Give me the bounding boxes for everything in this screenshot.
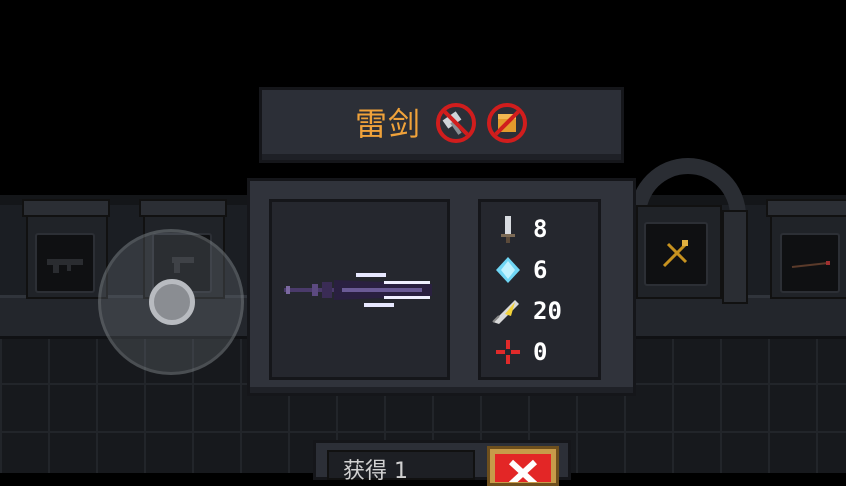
critical-value: 20 xyxy=(533,297,562,325)
rifle-icon xyxy=(47,259,83,273)
joystick-knob[interactable] xyxy=(149,279,195,325)
weapon-name: 雷剑 xyxy=(355,105,422,143)
weapon-preview xyxy=(269,199,450,380)
energy-value: 6 xyxy=(533,256,548,284)
accuracy-value: 0 xyxy=(533,338,548,366)
energy-crystal-icon xyxy=(493,255,523,285)
arch-column xyxy=(722,210,748,304)
thunder-sword-icon xyxy=(284,273,432,307)
sword-damage-icon xyxy=(493,214,523,244)
damage-value: 8 xyxy=(533,215,548,243)
critical-feather-icon xyxy=(489,296,523,326)
weapon-slot[interactable] xyxy=(35,233,95,293)
staff-icon xyxy=(791,261,830,268)
weapon-slot[interactable] xyxy=(644,222,708,286)
pickup-label: 获得 1 xyxy=(343,459,408,484)
no-hammer-icon xyxy=(436,103,476,143)
close-x-icon xyxy=(495,454,551,486)
weapon-slot[interactable] xyxy=(780,233,840,293)
crossbow-icon xyxy=(662,240,688,268)
accuracy-cross-icon xyxy=(493,337,523,367)
no-box-icon xyxy=(487,103,527,143)
